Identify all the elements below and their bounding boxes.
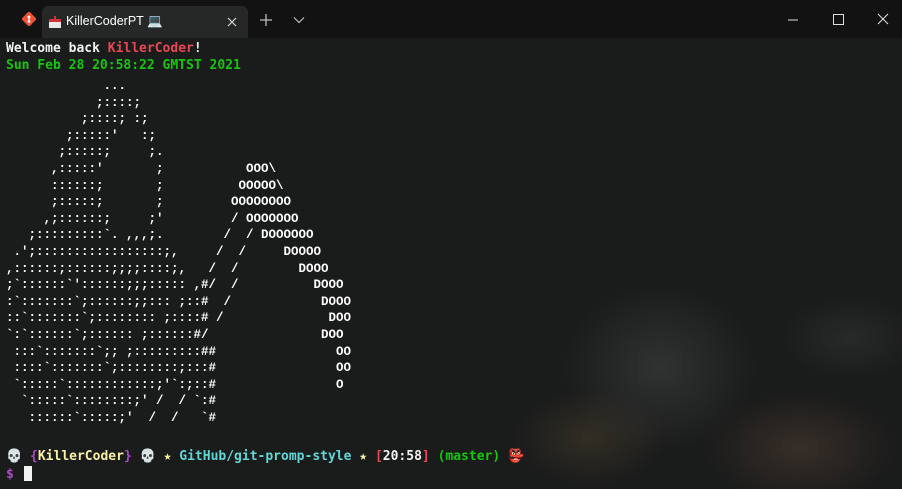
git-logo-icon[interactable]: [22, 12, 36, 26]
ascii-art-grim-reaper: ... ;::::; ;::::; :; ;:::::' :; ;:::::; …: [6, 79, 352, 425]
command-input-line[interactable]: $: [6, 466, 32, 483]
close-icon[interactable]: [224, 14, 240, 30]
prompt-line: 💀 {KillerCoder} 💀 ★ GitHub/git-promp-sty…: [6, 449, 524, 465]
chevron-down-icon[interactable]: [292, 13, 306, 27]
skull-icon: 💀: [139, 449, 156, 464]
welcome-prefix: Welcome back: [6, 41, 108, 56]
prompt-git-branch: (master): [437, 449, 501, 464]
star-icon: ★: [359, 449, 368, 464]
prompt-username: KillerCoder: [37, 449, 124, 464]
maximize-icon[interactable]: [815, 5, 861, 35]
prompt-close-bracket: ]: [421, 449, 430, 464]
datetime-line: Sun Feb 28 20:58:22 GMTST 2021: [6, 58, 241, 73]
text-cursor[interactable]: [23, 466, 32, 481]
prompt-repo-path: GitHub/git-promp-style: [179, 449, 352, 464]
skull-icon: 💀: [6, 449, 23, 464]
plus-icon[interactable]: [257, 11, 275, 29]
prompt-open-brace: {: [30, 449, 38, 464]
welcome-suffix: !: [193, 41, 202, 56]
welcome-username: KillerCoder: [107, 41, 194, 56]
tab-title: KillerCoderPT 💻: [66, 14, 163, 28]
goblin-icon: 👺: [508, 449, 525, 464]
minimize-icon[interactable]: [770, 5, 816, 35]
prompt-open-bracket: [: [374, 449, 383, 464]
welcome-message: Welcome back KillerCoder!: [6, 41, 202, 57]
prompt-dollar-symbol: $: [6, 467, 14, 482]
tab-killercoderpt[interactable]: KillerCoderPT 💻: [42, 6, 248, 38]
prompt-close-brace: }: [123, 449, 132, 464]
title-bar[interactable]: KillerCoderPT 💻: [0, 0, 902, 38]
prompt-time: 20:58: [382, 449, 422, 464]
terminal-area[interactable]: Welcome back KillerCoder! Sun Feb 28 20:…: [0, 38, 902, 489]
close-icon[interactable]: [860, 5, 902, 35]
red-box-icon: [49, 16, 61, 28]
star-icon: ★: [163, 449, 172, 464]
